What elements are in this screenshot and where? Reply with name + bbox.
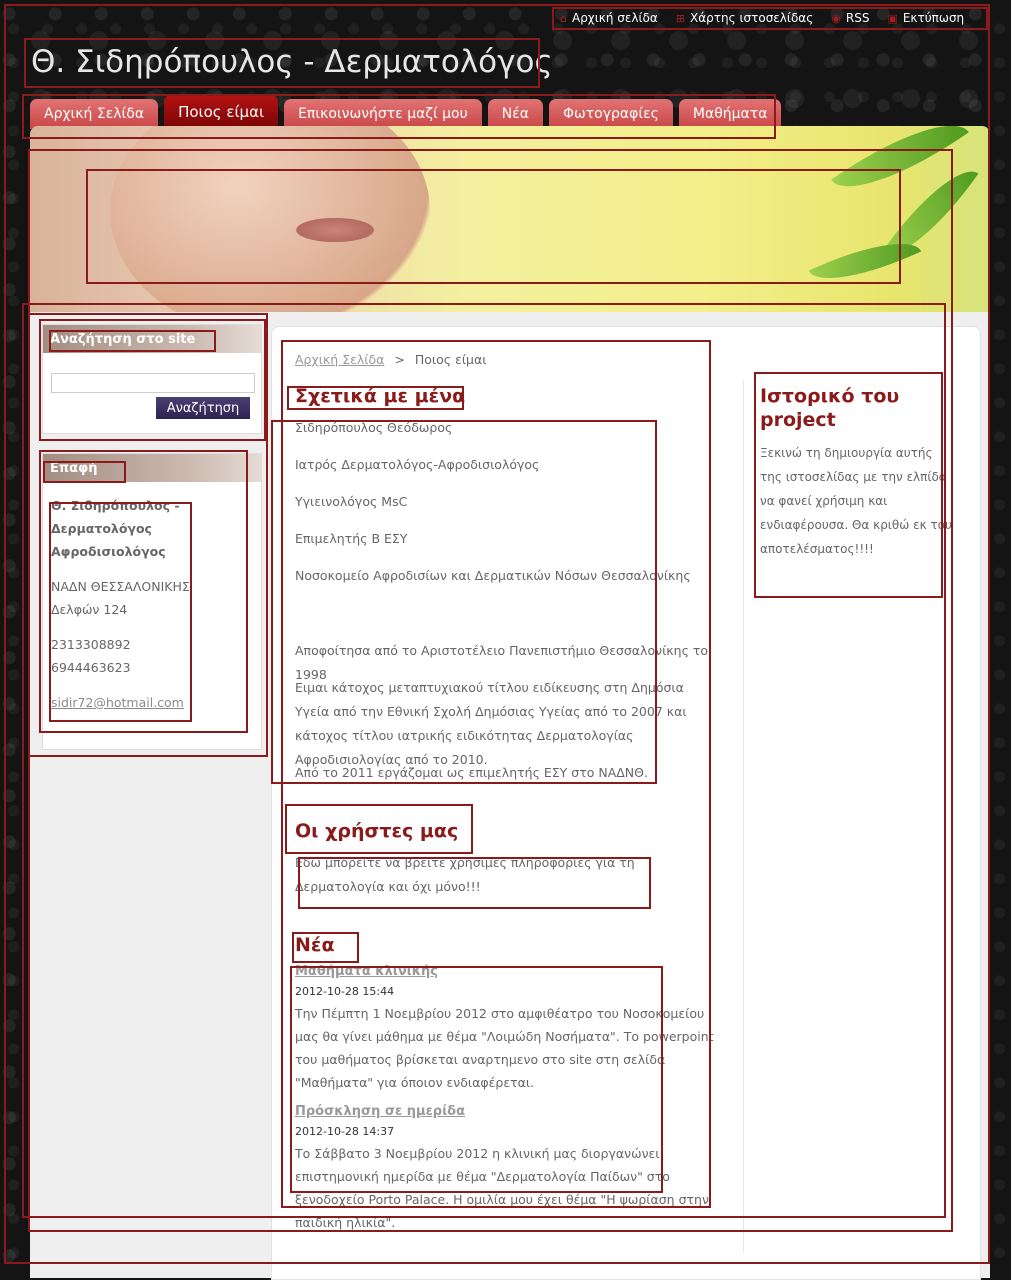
users-heading: Οι χρήστες μας [295,820,459,842]
users-text: Εδώ μπορείτε να βρείτε χρήσιμες πληροφορ… [295,855,635,894]
about-line: Νοσοκομείο Αφροδισίων και Δερματικών Νόσ… [295,568,691,583]
toplink-sitemap[interactable]: ⊞ Χάρτης ιστοσελίδας [676,11,813,25]
history-text: Ξεκινώ τη δημιουργία αυτής της ιστοσελίδ… [760,446,952,556]
news-item: Πρόσκληση σε ημερίδα 2012-10-28 14:37 Το… [295,1104,720,1234]
contact-address-line: ΝΑΔΝ ΘΕΣΣΑΛΟΝΙΚΗΣ [51,579,190,594]
tab-home[interactable]: Αρχική Σελίδα [30,99,159,129]
rss-icon: ◉ [831,11,841,25]
search-button[interactable]: Αναζήτηση [156,397,250,419]
tab-about[interactable]: Ποιος είμαι [164,95,279,129]
tab-lessons[interactable]: Μαθήματα [678,99,782,129]
contact-name-line: Δερματολόγος [51,521,152,536]
news-date: 2012-10-28 15:44 [295,985,395,998]
contact-phone: 6944463623 [51,660,131,675]
search-module: Αναζήτηση στο site Αναζήτηση [42,324,262,434]
header-banner [30,126,990,312]
home-icon: ⌂ [560,11,567,25]
column-divider [743,380,744,1253]
sitemap-icon: ⊞ [675,11,686,25]
tab-photos[interactable]: Φωτογραφίες [549,99,673,129]
about-paragraph: Από το 2011 εργάζομαι ως επιμελητής ΕΣΥ … [295,765,648,780]
search-input[interactable] [51,373,255,393]
about-line: Σιδηρόπουλος Θεόδωρος [295,420,453,435]
breadcrumb-home-link[interactable]: Αρχική Σελίδα [295,352,384,367]
banner-face-image [110,126,430,312]
news-date: 2012-10-28 14:37 [295,1125,395,1138]
news-title-link[interactable]: Πρόσκληση σε ημερίδα [295,1104,720,1119]
contact-name-line: Θ. Σιδηρόπουλος - [51,498,180,513]
tab-contact[interactable]: Επικοινωνήστε μαζί μου [284,99,482,129]
contact-phone: 2313308892 [51,637,131,652]
about-line: Ιατρός Δερματολόγος-Αφροδισιολόγος [295,457,540,472]
tab-news[interactable]: Νέα [487,99,543,129]
contact-address-line: Δελφών 124 [51,602,128,617]
news-list: Μαθήματα κλινικής 2012-10-28 15:44 Την Π… [295,964,720,1234]
contact-module: Επαφή Θ. Σιδηρόπουλος - Δερματολόγος Αφρ… [42,453,262,750]
news-title-link[interactable]: Μαθήματα κλινικής [295,964,720,979]
news-text: Το Σάββατο 3 Νοεμβρίου 2012 η κλινική μα… [295,1146,709,1230]
about-paragraph: Ειμαι κάτοχος μεταπτυχιακού τίτλου ειδίκ… [295,680,687,767]
search-module-title: Αναζήτηση στο site [43,325,261,353]
site-title[interactable]: Θ. Σιδηρόπουλος - Δερματολόγος [31,44,553,80]
about-heading: Σχετικά με μένα [295,385,466,407]
contact-details: Θ. Σιδηρόπουλος - Δερματολόγος Αφροδισιο… [43,482,261,714]
news-text: Την Πέμπτη 1 Νοεμβρίου 2012 στο αμφιθέατ… [295,1006,714,1090]
news-item: Μαθήματα κλινικής 2012-10-28 15:44 Την Π… [295,964,720,1094]
contact-module-title: Επαφή [43,454,261,482]
breadcrumb-current: Ποιος είμαι [414,352,487,367]
toplink-rss[interactable]: ◉ RSS [831,11,869,25]
top-links: ⌂ Αρχική σελίδα ⊞ Χάρτης ιστοσελίδας ◉ RSS … [560,8,988,28]
breadcrumb: Αρχική Σελίδα > Ποιος είμαι [295,352,486,367]
toplink-home[interactable]: ⌂ Αρχική σελίδα [560,11,658,25]
main-nav: Αρχική Σελίδα Ποιος είμαι Επικοινωνήστε … [30,95,782,129]
history-heading: Ιστορικό του project [760,385,900,431]
print-icon: ▣ [887,11,898,25]
contact-name-line: Αφροδισιολόγος [51,544,166,559]
about-line: Υγιεινολόγος MsC [295,494,408,509]
banner-lips-image [290,216,380,244]
breadcrumb-separator: > [394,352,405,367]
toplink-print[interactable]: ▣ Εκτύπωση [887,11,964,25]
news-heading: Νέα [295,934,335,956]
contact-email-link[interactable]: sidir72@hotmail.com [51,691,253,714]
about-line: Επιμελητής Β ΕΣΥ [295,531,408,546]
about-lines: Σιδηρόπουλος Θεόδωρος Ιατρός Δερματολόγο… [295,416,715,601]
